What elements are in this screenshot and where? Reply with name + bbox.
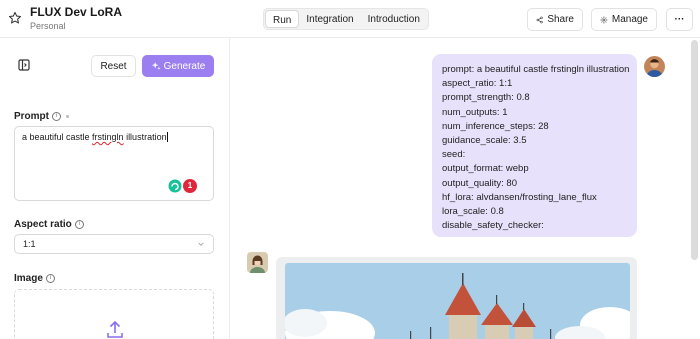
manage-label: Manage [611, 14, 648, 25]
tab-introduction[interactable]: Introduction [361, 10, 427, 28]
prompt-label: Prompt [14, 111, 49, 122]
app-subtitle: Personal [30, 21, 66, 31]
aspect-ratio-select[interactable]: 1:1 [14, 234, 214, 254]
app-window: FLUX Dev LoRA Personal Run Integration I… [0, 0, 700, 339]
prompt-misspelled-word[interactable]: frstingln [92, 132, 124, 142]
panel-toggle-icon[interactable] [18, 59, 30, 71]
prompt-text-before: a beautiful castle [22, 132, 93, 142]
model-avatar [247, 252, 268, 273]
sparkle-icon [151, 61, 161, 70]
upload-icon [107, 321, 123, 338]
info-icon[interactable]: i [45, 274, 55, 283]
info-icon[interactable]: i [74, 220, 84, 229]
share-icon [536, 16, 543, 23]
request-line: output_quality: 80 [442, 177, 518, 189]
header: FLUX Dev LoRA Personal Run Integration I… [0, 0, 700, 38]
gear-icon [600, 16, 608, 23]
generate-button[interactable]: Generate [142, 55, 214, 77]
tab-bar: Run Integration Introduction [263, 8, 429, 30]
request-line: disable_safety_checker: [442, 220, 544, 232]
user-avatar[interactable] [644, 56, 665, 77]
aspect-ratio-value: 1:1 [23, 239, 36, 249]
generate-label: Generate [163, 60, 206, 72]
request-line: output_format: webp [442, 163, 529, 175]
aspect-ratio-label-row: Aspect ratio i [14, 219, 84, 230]
request-line: num_inference_steps: 28 [442, 120, 549, 132]
image-label: Image [14, 273, 43, 284]
request-line: prompt: a beautiful castle frstingln ill… [442, 64, 630, 75]
tab-integration[interactable]: Integration [299, 10, 360, 28]
grammarly-icon[interactable] [168, 178, 202, 195]
share-button[interactable]: Share [527, 8, 583, 31]
image-upload-dropzone[interactable] [14, 289, 214, 339]
aspect-ratio-label: Aspect ratio [14, 219, 72, 230]
app-title: FLUX Dev LoRA [30, 5, 123, 19]
request-line: prompt_strength: 0.8 [442, 92, 530, 104]
request-line: num_outputs: 1 [442, 106, 508, 118]
text-cursor [166, 132, 168, 142]
request-line: guidance_scale: 3.5 [442, 135, 527, 147]
request-line: lora_scale: 0.8 [442, 206, 504, 218]
prompt-label-row: Prompt i [14, 111, 69, 122]
request-line: aspect_ratio: 1:1 [442, 78, 513, 90]
star-icon[interactable] [8, 11, 22, 25]
more-options-button[interactable]: ··· [666, 8, 693, 31]
chat-scrollbar[interactable] [691, 40, 698, 260]
request-line: hf_lora: alvdansen/frosting_lane_flux [442, 191, 597, 203]
share-label: Share [547, 14, 574, 25]
prompt-text-after: illustration [123, 132, 167, 142]
grammarly-badge: 1 [187, 181, 193, 190]
generated-castle-image[interactable] [285, 263, 630, 339]
tab-run[interactable]: Run [265, 10, 300, 28]
request-line: seed: [442, 149, 466, 161]
required-dot [66, 115, 69, 118]
manage-button[interactable]: Manage [591, 8, 657, 31]
reset-button[interactable]: Reset [91, 55, 136, 77]
info-icon[interactable]: i [52, 112, 61, 121]
request-bubble: prompt: a beautiful castle frstingln ill… [432, 54, 637, 237]
image-label-row: Image i [14, 273, 55, 284]
chevron-down-icon [198, 242, 204, 246]
input-panel: Reset Generate Prompt i a beautiful cast… [0, 38, 230, 339]
chat-panel: prompt: a beautiful castle frstingln ill… [231, 38, 700, 339]
